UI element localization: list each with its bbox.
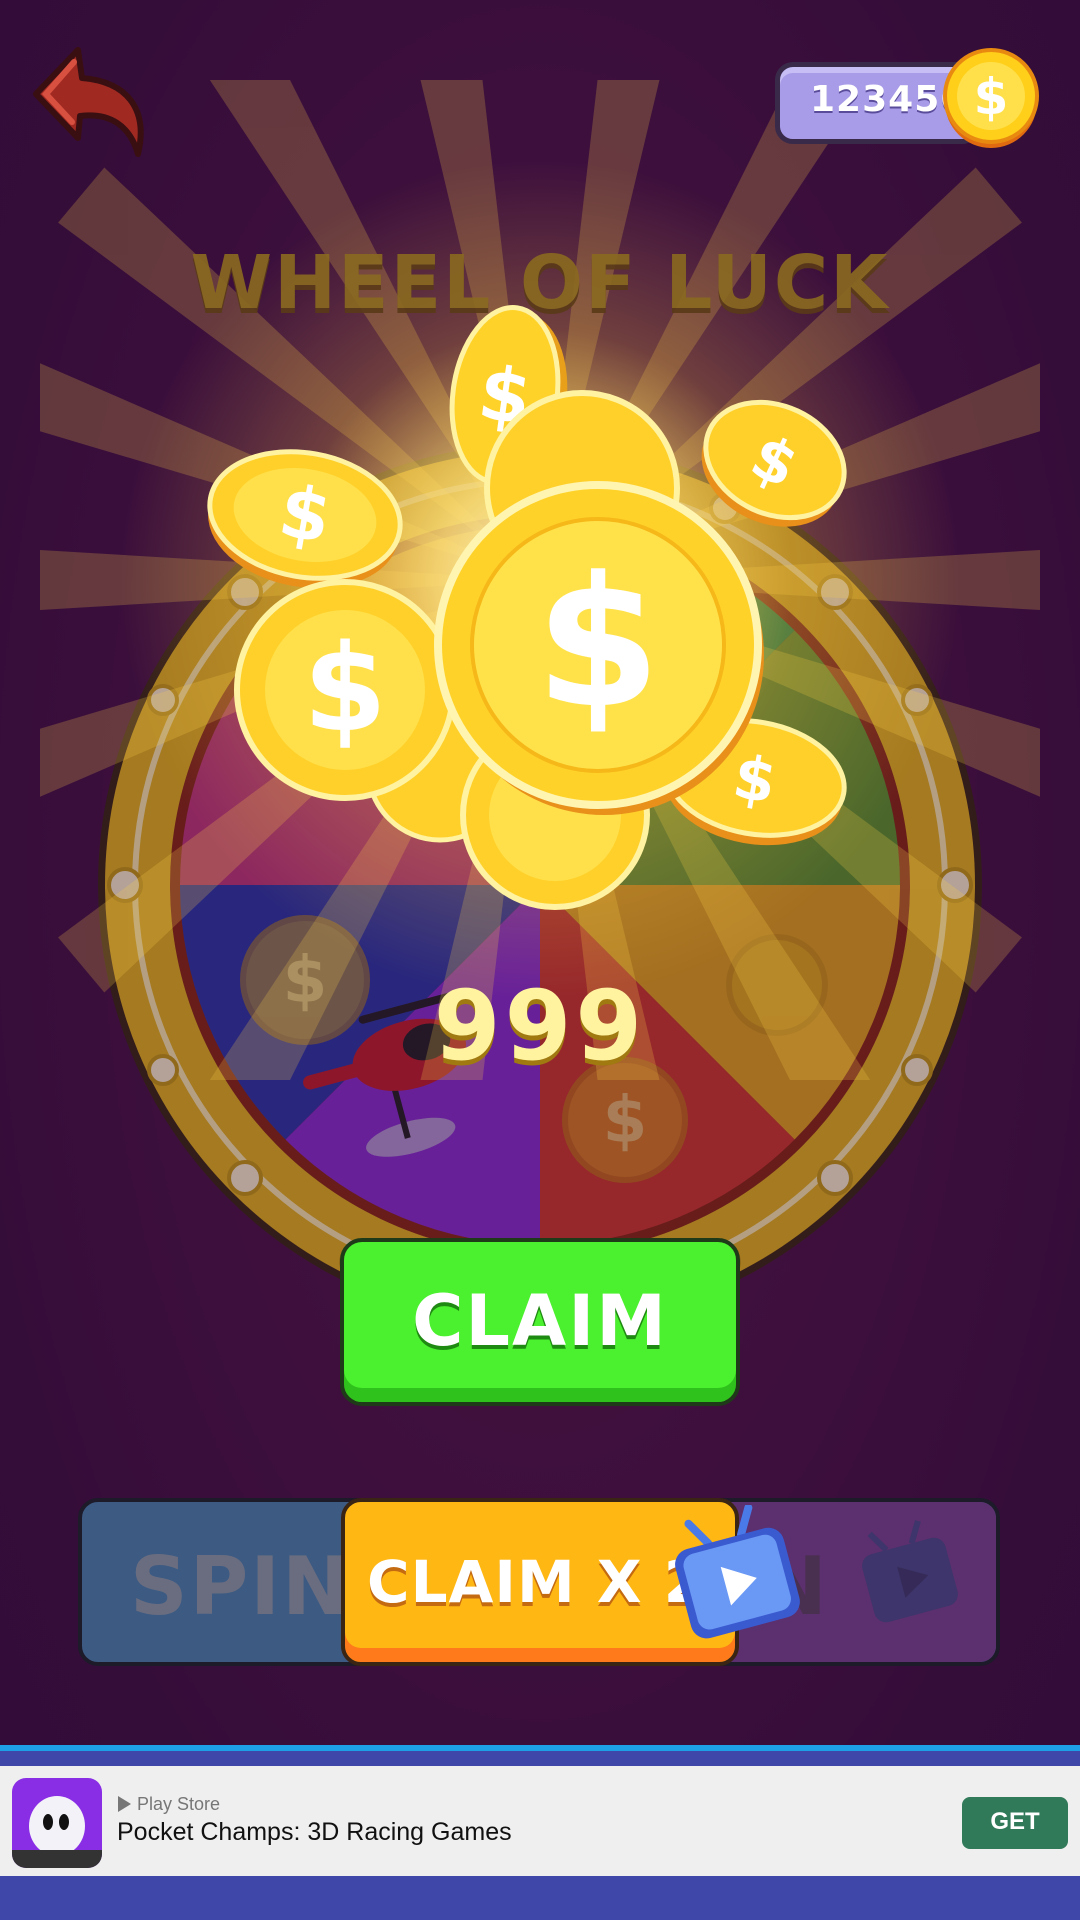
back-arrow-icon[interactable] bbox=[30, 42, 150, 160]
ad-app-icon[interactable] bbox=[12, 1778, 102, 1868]
spin-button-label: SPIN bbox=[130, 1540, 351, 1633]
claim-button[interactable]: CLAIM bbox=[340, 1238, 740, 1406]
tv-play-icon bbox=[862, 1520, 958, 1623]
claim-x2-button-label: CLAIM X 2 bbox=[367, 1548, 706, 1616]
wheel-of-luck: $$ bbox=[98, 443, 982, 1327]
svg-text:$: $ bbox=[473, 350, 536, 442]
claim-button-label: CLAIM bbox=[412, 1280, 668, 1362]
svg-text:$: $ bbox=[603, 1084, 648, 1158]
ad-get-button-label: GET bbox=[990, 1808, 1040, 1835]
ad-store-label: Play Store bbox=[118, 1794, 220, 1815]
ad-get-button[interactable]: GET bbox=[962, 1797, 1068, 1849]
dollar-coin-icon: $ bbox=[943, 48, 1039, 148]
svg-text:$: $ bbox=[974, 68, 1009, 126]
tv-play-icon bbox=[675, 1505, 800, 1639]
ad-title[interactable]: Pocket Champs: 3D Racing Games bbox=[117, 1818, 512, 1847]
page-title: WHEEL OF LUCK bbox=[190, 240, 890, 326]
reward-amount: 999 bbox=[433, 970, 647, 1082]
play-store-icon bbox=[118, 1796, 131, 1812]
